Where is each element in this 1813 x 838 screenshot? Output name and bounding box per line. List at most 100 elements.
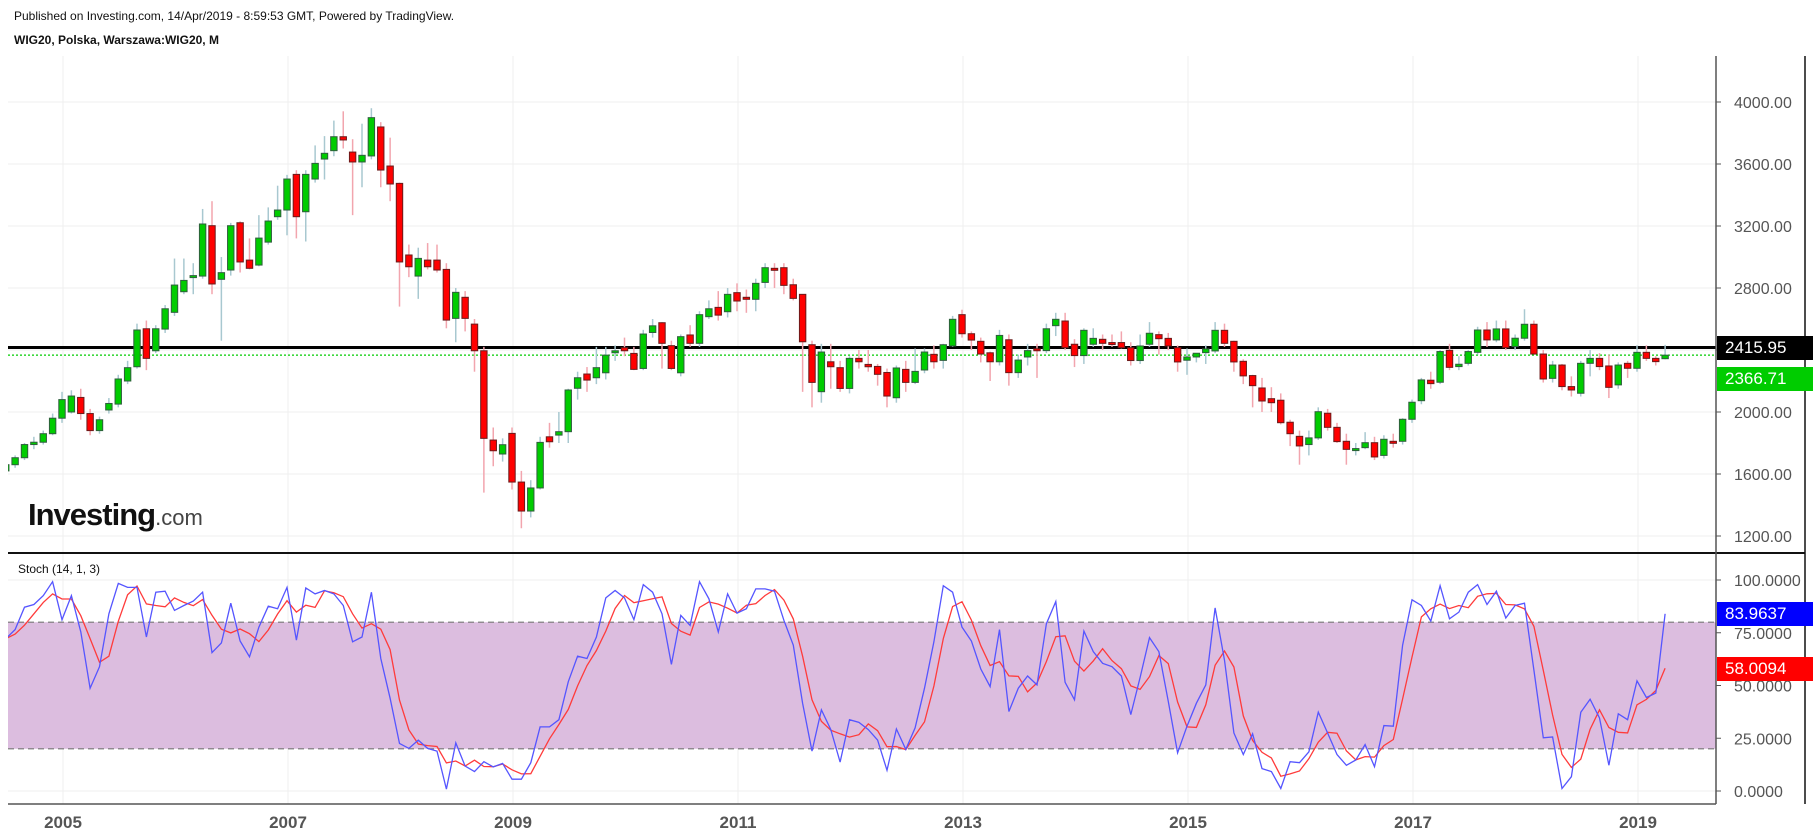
candle-body-down [1098, 338, 1107, 344]
candle [1183, 348, 1191, 375]
time-tick-label: 2005 [44, 813, 82, 832]
candle [1436, 350, 1444, 385]
candle [1117, 331, 1126, 349]
candle-body-up [1314, 411, 1322, 439]
candle [433, 244, 441, 273]
candle-body-up [1614, 364, 1622, 386]
candle-body-down [1370, 442, 1379, 458]
candle [902, 360, 910, 392]
candle [1070, 339, 1079, 368]
candle [1614, 362, 1622, 389]
candle [920, 348, 929, 374]
left-margin [0, 56, 8, 804]
candle-body-up [564, 389, 572, 433]
candle [1558, 363, 1566, 391]
candle [414, 247, 422, 299]
candle-body-up [1380, 438, 1388, 456]
investing-logo: Investing .com [28, 497, 203, 533]
candle [573, 371, 582, 400]
candle [58, 391, 66, 423]
stoch-tick-label: 100.0000 [1734, 573, 1801, 590]
candle-body-up [1473, 329, 1482, 353]
candle-body-up [573, 377, 582, 389]
candle [742, 289, 751, 313]
candle [686, 325, 694, 347]
candle [1417, 377, 1426, 405]
candle-body-down [1595, 357, 1604, 368]
candle-body-down [545, 436, 554, 443]
candle-body-up [283, 178, 291, 211]
candle [1586, 350, 1594, 377]
candle [489, 427, 497, 467]
candle-body-down [142, 328, 151, 359]
candle [311, 145, 319, 183]
candle-body-down [742, 296, 751, 300]
candle-body-down [977, 340, 985, 355]
candle [1473, 326, 1482, 355]
candle [105, 398, 113, 414]
candle-body-down [1342, 440, 1351, 450]
candle-body-down [1502, 328, 1510, 349]
candle-body-down [733, 292, 741, 302]
candle-body-down [77, 396, 85, 415]
candle-body-down [798, 293, 807, 343]
candle-body-down [1258, 387, 1266, 402]
candle [1370, 436, 1379, 461]
candle-body-up [161, 308, 169, 330]
price-tick-label: 1200.00 [1734, 529, 1792, 546]
candle [1305, 430, 1313, 456]
candle-body-down [1155, 334, 1163, 340]
candle [527, 480, 535, 518]
candle-body-up [105, 402, 113, 411]
candle-body-up [1052, 318, 1060, 327]
candle [1492, 320, 1501, 343]
candle-body-down [348, 151, 357, 163]
candle-body-up [1633, 351, 1641, 369]
candle-body-up [761, 267, 769, 283]
candle [480, 346, 488, 493]
candle [423, 243, 432, 270]
stoch-indicator-title[interactable]: Stoch (14, 1, 3) [18, 562, 100, 576]
candle-body-up [58, 399, 66, 419]
candle-body-down [1558, 364, 1566, 388]
candle [1352, 443, 1360, 456]
candle-body-up [180, 279, 188, 293]
candle-body-up [920, 351, 929, 371]
time-tick-label: 2009 [494, 813, 532, 832]
candle-body-down [1173, 347, 1182, 363]
candle-body-down [489, 439, 497, 452]
logo-main: Investing [28, 497, 156, 532]
candle [1605, 354, 1613, 399]
candle-body-down [1117, 342, 1126, 349]
candle [1033, 343, 1041, 378]
candle [911, 348, 919, 385]
candle [1520, 309, 1529, 341]
candle-body-up [695, 314, 704, 344]
candle-body-down [1530, 323, 1538, 355]
candle [1295, 430, 1304, 465]
candle-body-down [86, 413, 94, 432]
candle [845, 356, 854, 394]
candle [77, 388, 85, 420]
candle [864, 350, 872, 372]
candle-body-down [658, 322, 666, 344]
candle-body-up [752, 282, 760, 300]
candle-body-down [1070, 343, 1079, 357]
candle [330, 120, 338, 157]
candle [1314, 407, 1322, 440]
candle [1108, 334, 1116, 347]
candle-body-up [555, 431, 563, 436]
candle-body-up [948, 318, 957, 347]
candle [348, 139, 357, 216]
candle [948, 315, 957, 347]
candle-body-down [339, 136, 347, 141]
candle-body-up [1408, 401, 1416, 420]
candle-body-up [995, 334, 1004, 363]
candle-body-up [845, 357, 854, 389]
candle [705, 300, 713, 319]
candle-body-down [1267, 398, 1276, 404]
candle [367, 108, 376, 160]
candle-body-up [255, 237, 263, 266]
candle-body-down [1389, 440, 1397, 444]
price-tick-label: 2000.00 [1734, 405, 1792, 422]
